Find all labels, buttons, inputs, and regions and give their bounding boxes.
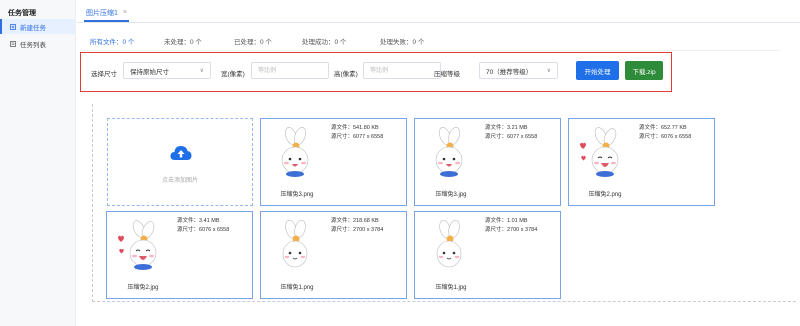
new-task-icon — [10, 23, 16, 30]
size-select[interactable]: 保持原始尺寸 ∨ — [123, 62, 211, 79]
rabbit-thumbnail — [282, 220, 308, 268]
file-name: 压缩兔3.jpg — [435, 192, 467, 198]
source-dimensions: 源尺寸：6076 x 6558 — [639, 134, 692, 140]
upload-label: 点击添加图片 — [161, 178, 198, 184]
settings-panel: 选择尺寸 保持原始尺寸 ∨ 宽(像素) 高(像素) 压缩等级 70（推荐等级） … — [80, 52, 672, 92]
source-dimensions: 源尺寸：6076 x 6558 — [177, 227, 230, 233]
source-size: 源文件：541.80 KB — [331, 125, 379, 131]
file-name: 压缩兔1.png — [280, 285, 314, 291]
source-size: 源文件：3.21 MB — [485, 125, 528, 131]
cloud-upload-icon — [170, 146, 192, 160]
rabbit-thumbnail — [281, 127, 309, 177]
list-icon — [10, 40, 16, 47]
source-size: 源文件：652.77 KB — [639, 125, 687, 131]
level-select[interactable]: 70（推荐等级） ∨ — [479, 62, 558, 79]
rabbit-thumbnail — [118, 220, 157, 270]
width-input[interactable] — [251, 62, 329, 79]
sidebar: 任务管理 新建任务 任务列表 — [0, 0, 76, 326]
tab-image-compress[interactable]: 图片压缩1 × — [84, 5, 129, 22]
height-input[interactable] — [363, 62, 441, 79]
source-dimensions: 源尺寸：2700 x 3784 — [485, 227, 538, 233]
file-name: 压缩兔2.jpg — [127, 285, 159, 291]
start-button[interactable]: 开始处理 — [576, 61, 619, 80]
close-icon[interactable]: × — [123, 9, 127, 16]
source-size: 源文件：3.41 MB — [177, 218, 220, 224]
sidebar-item-task-list[interactable]: 任务列表 — [0, 36, 75, 51]
image-card[interactable]: 源文件：3.41 MB 源尺寸：6076 x 6558 压缩兔2.jpg — [106, 211, 253, 299]
file-name: 压缩兔2.png — [588, 192, 622, 198]
width-label: 宽(像素) — [221, 71, 245, 78]
stat-unprocessed: 未处理：0 个 — [164, 39, 202, 46]
source-dimensions: 源尺寸：6077 x 6558 — [331, 134, 384, 140]
image-card[interactable]: 源文件：1.01 MB 源尺寸：2700 x 3784 压缩兔1.jpg — [414, 211, 561, 299]
stat-processed: 已处理：0 个 — [234, 39, 272, 46]
tab-bar: 图片压缩1 × — [76, 0, 800, 23]
image-card[interactable]: 源文件：218.68 KB 源尺寸：2700 x 3784 压缩兔1.png — [260, 211, 407, 299]
tab-label: 图片压缩1 — [86, 9, 118, 17]
download-button[interactable]: 下载.zip — [625, 61, 663, 80]
stats-bar: 所有文件：0 个 未处理：0 个 已处理：0 个 处理成功：0 个 处理失败：0… — [88, 36, 800, 48]
file-name: 压缩兔3.png — [280, 192, 314, 198]
sidebar-item-new-task[interactable]: 新建任务 — [0, 19, 75, 34]
image-card[interactable]: 源文件：541.80 KB 源尺寸：6077 x 6558 压缩兔3.png — [260, 118, 407, 206]
card-meta: 源文件：218.68 KB 源尺寸：2700 x 3784 — [331, 217, 383, 235]
source-dimensions: 源尺寸：6077 x 6558 — [485, 134, 538, 140]
sidebar-item-label: 新建任务 — [20, 24, 46, 32]
level-select-value: 70（推荐等级） — [486, 68, 533, 76]
size-label: 选择尺寸 — [91, 71, 117, 78]
stat-failed: 处理失败：0 个 — [380, 39, 425, 46]
upload-dropzone[interactable]: 点击添加图片 — [107, 118, 253, 206]
stat-all-files: 所有文件：0 个 — [90, 39, 135, 46]
stat-success: 处理成功：0 个 — [302, 39, 347, 46]
level-label: 压缩等级 — [434, 71, 460, 78]
card-meta: 源文件：3.21 MB 源尺寸：6077 x 6558 — [485, 124, 537, 142]
image-card[interactable]: 源文件：3.21 MB 源尺寸：6077 x 6558 压缩兔3.jpg — [414, 118, 561, 206]
card-meta: 源文件：652.77 KB 源尺寸：6076 x 6558 — [639, 124, 691, 142]
sidebar-item-label: 任务列表 — [20, 41, 46, 49]
source-size: 源文件：218.68 KB — [331, 218, 379, 224]
divider — [80, 50, 780, 51]
size-select-value: 保持原始尺寸 — [130, 68, 169, 76]
height-label: 高(像素) — [334, 71, 358, 78]
source-dimensions: 源尺寸：2700 x 3784 — [331, 227, 384, 233]
card-meta: 源文件：1.01 MB 源尺寸：2700 x 3784 — [485, 217, 537, 235]
file-name: 压缩兔1.jpg — [435, 285, 467, 291]
sidebar-title: 任务管理 — [8, 10, 36, 17]
source-size: 源文件：1.01 MB — [485, 218, 528, 224]
chevron-down-icon: ∨ — [546, 68, 551, 74]
rabbit-thumbnail — [436, 220, 462, 268]
card-meta: 源文件：3.41 MB 源尺寸：6076 x 6558 — [177, 217, 229, 235]
rabbit-thumbnail — [580, 127, 619, 177]
card-meta: 源文件：541.80 KB 源尺寸：6077 x 6558 — [331, 124, 383, 142]
chevron-down-icon: ∨ — [199, 68, 204, 74]
rabbit-thumbnail — [435, 127, 463, 177]
image-card[interactable]: 源文件：652.77 KB 源尺寸：6076 x 6558 压缩兔2.png — [568, 118, 715, 206]
